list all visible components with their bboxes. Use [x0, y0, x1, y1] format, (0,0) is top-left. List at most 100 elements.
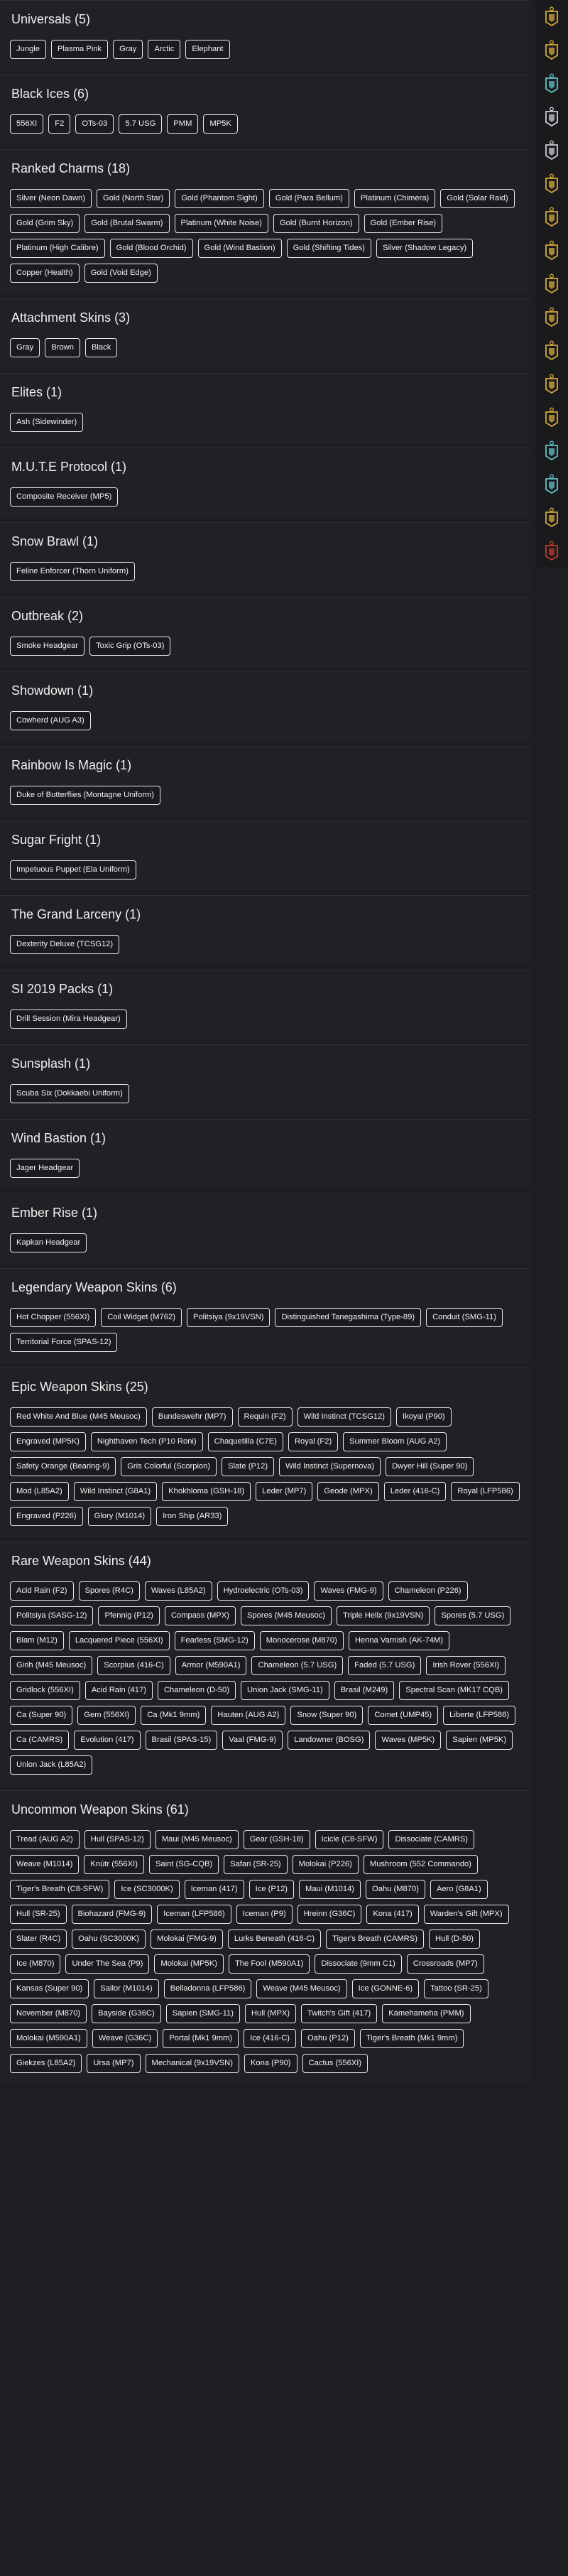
item-chip[interactable]: Scuba Six (Dokkaebi Uniform) [10, 1084, 129, 1103]
item-chip[interactable]: Gold (North Star) [97, 189, 170, 208]
item-chip[interactable]: Summer Bloom (AUG A2) [343, 1432, 447, 1451]
item-chip[interactable]: Iceman (LFP586) [157, 1905, 231, 1924]
item-chip[interactable]: 5.7 USG [119, 114, 163, 134]
item-chip[interactable]: Ash (Sidewinder) [10, 413, 84, 432]
item-chip[interactable]: Brasil (M249) [334, 1681, 395, 1700]
item-chip[interactable]: Landowner (BOSG) [288, 1731, 371, 1750]
item-chip[interactable]: Slater (R4C) [10, 1930, 67, 1949]
item-chip[interactable]: Molokai (MP5K) [154, 1954, 224, 1974]
item-chip[interactable]: Spores (R4C) [78, 1581, 140, 1601]
item-chip[interactable]: Distinguished Tanegashima (Type-89) [275, 1308, 422, 1327]
item-chip[interactable]: Warden's Gift (MPX) [423, 1905, 509, 1924]
item-chip[interactable]: Lacquered Piece (556XI) [68, 1631, 170, 1650]
charm-button[interactable] [534, 367, 568, 400]
item-chip[interactable]: Ikoyal (P90) [395, 1407, 452, 1427]
item-chip[interactable]: Molokai (M590A1) [10, 2029, 87, 2048]
item-chip[interactable]: 556XI [10, 114, 44, 134]
item-chip[interactable]: Kona (P90) [244, 2054, 297, 2073]
item-chip[interactable]: Ursa (MP7) [87, 2054, 141, 2073]
item-chip[interactable]: Leder (MP7) [256, 1482, 313, 1501]
item-chip[interactable]: Iron Ship (AR33) [156, 1507, 229, 1526]
item-chip[interactable]: Plasma Pink [50, 40, 109, 59]
item-chip[interactable]: Kansas (Super 90) [10, 1979, 89, 1998]
item-chip[interactable]: Wild Instinct (Supernova) [279, 1457, 381, 1476]
item-chip[interactable]: Tattoo (SR-25) [424, 1979, 488, 1998]
item-chip[interactable]: PMM [167, 114, 199, 134]
item-chip[interactable]: Gold (Solar Raid) [440, 189, 515, 208]
item-chip[interactable]: Gris Colorful (Scorpion) [121, 1457, 217, 1476]
item-chip[interactable]: Ca (Super 90) [10, 1706, 73, 1725]
item-chip[interactable]: Politsiya (SASG-12) [10, 1606, 94, 1625]
item-chip[interactable]: Pfennig (P12) [98, 1606, 160, 1625]
item-chip[interactable]: Leder (416-C) [383, 1482, 447, 1501]
charm-button[interactable] [534, 534, 568, 567]
item-chip[interactable]: Engraved (MP5K) [10, 1432, 86, 1451]
item-chip[interactable]: Armor (M590A1) [175, 1656, 247, 1675]
item-chip[interactable]: Requin (F2) [237, 1407, 293, 1427]
item-chip[interactable]: Iceman (P9) [236, 1905, 293, 1924]
item-chip[interactable]: Maui (M45 Meusoc) [155, 1830, 239, 1849]
item-chip[interactable]: Fearless (SMG-12) [174, 1631, 255, 1650]
item-chip[interactable]: Spores (5.7 USG) [435, 1606, 511, 1625]
item-chip[interactable]: Tiger's Breath (C8-SFW) [10, 1880, 110, 1899]
item-chip[interactable]: Wild Instinct (G8A1) [73, 1482, 158, 1501]
item-chip[interactable]: Hydroelectric (OTs-03) [217, 1581, 310, 1601]
item-chip[interactable]: Platinum (White Noise) [174, 214, 268, 233]
item-chip[interactable]: Hull (D-50) [428, 1930, 481, 1949]
item-chip[interactable]: Oahu (P12) [301, 2029, 355, 2048]
item-chip[interactable]: Slate (P12) [222, 1457, 275, 1476]
item-chip[interactable]: Royal (F2) [288, 1432, 339, 1451]
item-chip[interactable]: The Fool (M590A1) [228, 1954, 310, 1974]
item-chip[interactable]: Icicle (C8-SFW) [315, 1830, 384, 1849]
item-chip[interactable]: MP5K [203, 114, 238, 134]
item-chip[interactable]: Jager Headgear [10, 1159, 80, 1178]
item-chip[interactable]: Ice (416-C) [244, 2029, 297, 2048]
item-chip[interactable]: Giekzes (L85A2) [10, 2054, 82, 2073]
item-chip[interactable]: Weave (G36C) [92, 2029, 158, 2048]
charm-button[interactable] [534, 267, 568, 300]
item-chip[interactable]: Cactus (556XI) [302, 2054, 368, 2073]
item-chip[interactable]: Mechanical (9x19VSN) [145, 2054, 239, 2073]
item-chip[interactable]: Black [84, 338, 118, 357]
item-chip[interactable]: Henna Varnish (AK-74M) [348, 1631, 449, 1650]
item-chip[interactable]: Silver (Neon Dawn) [10, 189, 92, 208]
item-chip[interactable]: Snow (Super 90) [290, 1706, 364, 1725]
item-chip[interactable]: Crossroads (MP7) [406, 1954, 484, 1974]
item-chip[interactable]: Impetuous Puppet (Ela Uniform) [10, 860, 136, 880]
item-chip[interactable]: Waves (MP5K) [375, 1731, 442, 1750]
item-chip[interactable]: Ice (P12) [248, 1880, 295, 1899]
item-chip[interactable]: Scorpius (416-C) [97, 1656, 170, 1675]
item-chip[interactable]: Under The Sea (P9) [65, 1954, 150, 1974]
item-chip[interactable]: Portal (Mk1 9mm) [163, 2029, 239, 2048]
item-chip[interactable]: Sailor (M1014) [94, 1979, 159, 1998]
item-chip[interactable]: Engraved (P226) [10, 1507, 83, 1526]
item-chip[interactable]: Geode (MPX) [317, 1482, 379, 1501]
item-chip[interactable]: Nighthaven Tech (P10 Roni) [90, 1432, 203, 1451]
item-chip[interactable]: Wild Instinct (TCSG12) [297, 1407, 391, 1427]
charm-button[interactable] [534, 234, 568, 266]
item-chip[interactable]: Hull (MPX) [244, 2004, 297, 2023]
item-chip[interactable]: Brasil (SPAS-15) [145, 1731, 218, 1750]
item-chip[interactable]: Oahu (M870) [366, 1880, 425, 1899]
item-chip[interactable]: Glory (M1014) [87, 1507, 152, 1526]
item-chip[interactable]: Chameleon (5.7 USG) [251, 1656, 344, 1675]
item-chip[interactable]: Girih (M45 Meusoc) [10, 1656, 93, 1675]
item-chip[interactable]: Compass (MPX) [164, 1606, 236, 1625]
item-chip[interactable]: Coil Widget (M762) [101, 1308, 182, 1327]
item-chip[interactable]: Maui (M1014) [299, 1880, 361, 1899]
item-chip[interactable]: Molokai (FMG-9) [151, 1930, 223, 1949]
charm-button[interactable] [534, 67, 568, 99]
item-chip[interactable]: Weave (M1014) [10, 1855, 80, 1874]
item-chip[interactable]: Toxic Grip (OTs-03) [89, 637, 171, 656]
item-chip[interactable]: Acid Rain (F2) [10, 1581, 74, 1601]
charm-button[interactable] [534, 100, 568, 133]
item-chip[interactable]: Weave (M45 Meusoc) [256, 1979, 347, 1998]
item-chip[interactable]: Bayside (G36C) [92, 2004, 161, 2023]
item-chip[interactable]: Aero (G8A1) [430, 1880, 488, 1899]
item-chip[interactable]: Gold (Void Edge) [84, 264, 158, 283]
item-chip[interactable]: Royal (LFP586) [451, 1482, 520, 1501]
item-chip[interactable]: Gold (Phantom Sight) [175, 189, 264, 208]
item-chip[interactable]: Iceman (417) [184, 1880, 244, 1899]
charm-button[interactable] [534, 200, 568, 233]
charm-button[interactable] [534, 0, 568, 33]
